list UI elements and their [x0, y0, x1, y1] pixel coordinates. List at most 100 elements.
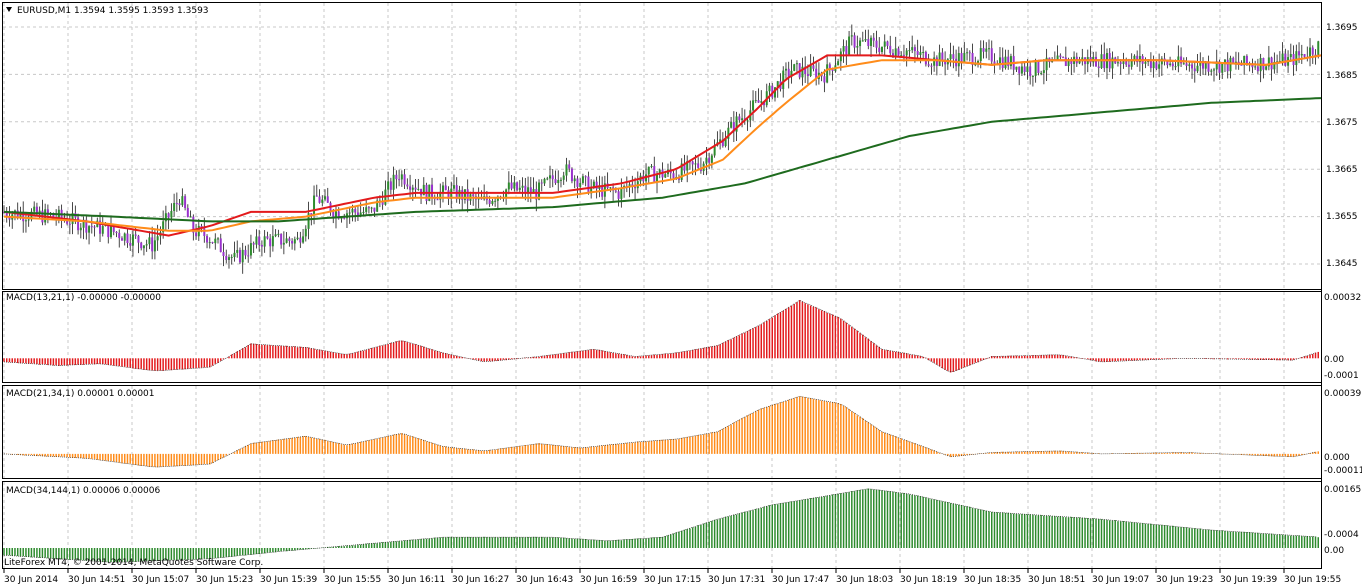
bear-candle	[570, 168, 573, 182]
symbol-dropdown-icon[interactable]	[6, 7, 12, 12]
bear-candle	[587, 176, 590, 194]
bull-candle	[142, 245, 145, 249]
bull-candle	[1144, 61, 1147, 64]
bear-candle	[90, 226, 93, 228]
bear-candle	[244, 249, 247, 256]
panel-frame	[2, 291, 1322, 383]
bear-candle	[1256, 66, 1259, 72]
bear-candle	[1037, 60, 1040, 73]
bull-candle	[870, 37, 873, 46]
main-chart-title: EURUSD,M1 1.3594 1.3595 1.3593 1.3593	[17, 6, 209, 16]
bear-candle	[584, 176, 587, 178]
bull-candle	[730, 122, 733, 128]
bear-candle	[1059, 55, 1062, 58]
bull-candle	[442, 185, 444, 192]
macd-21-34-panel[interactable]	[3, 396, 1320, 468]
price-label: 1.3665	[1326, 165, 1358, 175]
bear-candle	[1062, 57, 1065, 59]
time-label: 30 Jun 19:55	[1284, 575, 1341, 585]
bull-candle	[842, 46, 845, 52]
bear-candle	[167, 213, 170, 218]
time-label: 30 Jun 2014	[4, 575, 58, 585]
bear-candle	[1127, 64, 1130, 67]
bull-candle	[513, 182, 516, 189]
bull-candle	[131, 234, 134, 246]
bull-candle	[236, 249, 239, 253]
bull-candle	[782, 70, 785, 90]
macd-13-21-panel[interactable]	[3, 300, 1320, 373]
bull-candle	[1152, 62, 1155, 69]
watermark: LiteForex MT4, © 2001-2014, MetaQuotes S…	[4, 558, 263, 568]
bull-candle	[411, 187, 414, 190]
bear-candle	[823, 76, 826, 83]
bull-candle	[784, 68, 787, 71]
bear-candle	[431, 184, 434, 198]
bear-candle	[299, 237, 302, 243]
bear-candle	[1245, 55, 1248, 64]
macd1-title: MACD(13,21,1) -0.00000 -0.00000	[6, 293, 161, 303]
bull-candle	[214, 238, 217, 244]
price-label: 1.3695	[1326, 23, 1358, 33]
time-label: 30 Jun 15:23	[196, 575, 253, 585]
macd-34-144-panel[interactable]	[3, 488, 1320, 563]
bear-candle	[1185, 63, 1188, 66]
bear-candle	[1166, 61, 1169, 66]
bear-candle	[175, 202, 178, 204]
bull-candle	[153, 240, 156, 252]
bull-candle	[217, 238, 220, 240]
bull-candle	[233, 252, 236, 258]
bull-candle	[227, 257, 230, 260]
bull-candle	[573, 178, 576, 182]
bull-candle	[123, 233, 126, 241]
bear-candle	[916, 51, 919, 55]
bull-candle	[741, 118, 744, 121]
bull-candle	[848, 36, 851, 55]
bear-candle	[867, 39, 870, 46]
bull-candle	[1009, 56, 1012, 67]
time-label: 30 Jun 18:35	[964, 575, 1021, 585]
bull-candle	[313, 195, 316, 216]
bull-candle	[911, 47, 914, 51]
bull-candle	[1300, 54, 1303, 56]
bear-candle	[343, 217, 346, 219]
bull-candle	[979, 48, 982, 62]
bear-candle	[634, 186, 637, 189]
bull-candle	[1317, 41, 1320, 55]
bear-candle	[367, 207, 370, 209]
bear-candle	[409, 186, 412, 190]
bear-candle	[1001, 57, 1004, 69]
bull-candle	[894, 48, 897, 57]
bull-candle	[546, 178, 549, 180]
macd1-bar-signal	[3, 300, 1316, 373]
main-price-panel[interactable]	[3, 24, 1322, 274]
bear-candle	[436, 199, 439, 201]
bull-candle	[1221, 63, 1224, 73]
bear-candle	[1232, 57, 1235, 63]
bear-candle	[568, 164, 571, 169]
bear-candle	[897, 48, 900, 56]
bull-candle	[664, 174, 667, 178]
macd2-label: -0.00011	[1324, 466, 1362, 476]
bear-candle	[1097, 66, 1100, 68]
bear-candle	[1119, 62, 1122, 64]
bear-candle	[269, 238, 272, 247]
time-label: 30 Jun 17:15	[644, 575, 701, 585]
bull-candle	[826, 64, 829, 83]
time-label: 30 Jun 16:43	[516, 575, 573, 585]
bear-candle	[1029, 66, 1032, 77]
macd3-bar-signal	[3, 488, 1316, 563]
bear-candle	[1023, 66, 1026, 72]
bull-candle	[277, 233, 280, 235]
bull-candle	[173, 202, 176, 211]
bull-candle	[293, 239, 296, 244]
bull-candle	[609, 187, 612, 189]
bull-candle	[1295, 51, 1298, 66]
bull-candle	[321, 199, 324, 203]
bull-candle	[1158, 64, 1161, 69]
bear-candle	[1193, 68, 1196, 72]
chart-area[interactable]: EURUSD,M1 1.3594 1.3595 1.3593 1.3593 MA…	[0, 0, 1362, 587]
macd1-label: 0.00032	[1324, 293, 1361, 303]
bear-candle	[118, 232, 121, 239]
bear-candle	[206, 236, 209, 243]
macd2-bar-signal	[3, 396, 1316, 468]
